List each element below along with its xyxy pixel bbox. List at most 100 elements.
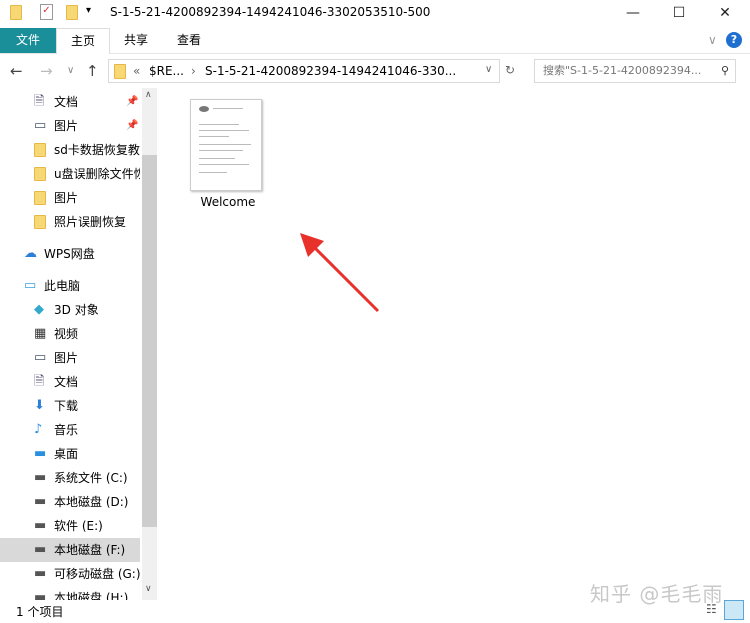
nav-item[interactable]: ▭ 图片 📌 xyxy=(0,114,140,138)
refresh-button[interactable]: ↻ xyxy=(505,63,515,77)
folder-icon xyxy=(34,167,48,181)
nav-item[interactable]: ▬ 本地磁盘 (D:) xyxy=(0,490,140,514)
nav-item-label: 文档 xyxy=(54,95,79,109)
ribbon: 文件 主页 共享 查看 ∨ ? xyxy=(0,28,750,54)
pin-icon[interactable]: 📌 xyxy=(126,90,138,114)
scroll-up-icon[interactable]: ∧ xyxy=(145,90,152,100)
search-input[interactable]: 搜索"S-1-5-21-4200892394... ⚲ xyxy=(534,59,736,83)
forward-icon[interactable]: → xyxy=(40,62,53,80)
nav-item[interactable]: u盘误删除文件恢 xyxy=(0,162,140,186)
drive-icon: ▬ xyxy=(34,566,47,581)
music-icon: ♪ xyxy=(34,422,43,437)
item-count: 1 个项目 xyxy=(16,605,64,619)
nav-item[interactable]: ▭ 此电脑 xyxy=(0,274,140,298)
search-placeholder: 搜索"S-1-5-21-4200892394... xyxy=(543,64,702,77)
tab-share[interactable]: 共享 xyxy=(110,28,162,53)
folder-icon xyxy=(34,143,48,157)
red-arrow-annotation xyxy=(300,233,380,313)
pin-icon[interactable]: 📌 xyxy=(126,114,138,138)
tab-view[interactable]: 查看 xyxy=(163,28,215,53)
nav-item-label: 视频 xyxy=(54,327,79,341)
nav-item-label: 文档 xyxy=(54,375,79,389)
nav-item[interactable]: ▬ 桌面 xyxy=(0,442,140,466)
nav-item[interactable]: 照片误删恢复 xyxy=(0,210,140,234)
nav-item[interactable]: ♪ 音乐 xyxy=(0,418,140,442)
recent-dropdown-icon[interactable]: ∨ xyxy=(67,65,74,76)
quick-access-dropdown-icon[interactable]: ▾ xyxy=(86,5,91,16)
nav-item-label: 此电脑 xyxy=(44,279,81,293)
details-view-icon[interactable]: ☷ xyxy=(706,602,717,616)
breadcrumb-current[interactable]: S-1-5-21-4200892394-1494241046-330... xyxy=(205,64,456,78)
document-icon: 🗎 xyxy=(34,374,45,389)
new-folder-icon[interactable] xyxy=(66,5,78,20)
nav-item-label: u盘误删除文件恢 xyxy=(54,167,140,181)
nav-item-label: sd卡数据恢复教 xyxy=(54,143,140,157)
nav-item[interactable]: sd卡数据恢复教 xyxy=(0,138,140,162)
tab-home[interactable]: 主页 xyxy=(56,28,111,54)
file-name[interactable]: Welcome xyxy=(190,195,266,209)
nav-item-label: 本地磁盘 (H:) xyxy=(54,591,129,600)
nav-item-label: 3D 对象 xyxy=(54,303,99,317)
document-icon: 🗎 xyxy=(34,94,45,109)
nav-item[interactable]: ◆ 3D 对象 xyxy=(0,298,140,322)
nav-item-label: 照片误删恢复 xyxy=(54,215,127,229)
nav-item[interactable]: ▦ 视频 xyxy=(0,322,140,346)
nav-item[interactable]: ▬ 系统文件 (C:) xyxy=(0,466,140,490)
properties-icon[interactable]: ✓ xyxy=(40,4,53,20)
nav-item[interactable]: ▬ 本地磁盘 (H:) xyxy=(0,586,140,601)
video-icon: ▦ xyxy=(34,326,47,341)
address-bar[interactable]: « $RE... › S-1-5-21-4200892394-149424104… xyxy=(108,59,500,83)
drive-icon: ▬ xyxy=(34,494,47,509)
drive-icon: ▬ xyxy=(34,590,47,601)
minimize-button[interactable]: — xyxy=(610,0,656,26)
computer-icon: ▭ xyxy=(24,278,37,293)
tab-file[interactable]: 文件 xyxy=(0,28,56,53)
breadcrumb-overflow[interactable]: « xyxy=(133,64,140,78)
maximize-button[interactable]: ☐ xyxy=(656,0,702,26)
large-icons-view-icon[interactable] xyxy=(724,600,744,620)
folder-icon xyxy=(34,215,48,229)
search-icon[interactable]: ⚲ xyxy=(721,60,729,82)
nav-item-label: 软件 (E:) xyxy=(54,519,103,533)
nav-item-label: 音乐 xyxy=(54,423,79,437)
nav-item-label: 图片 xyxy=(54,191,79,205)
nav-item[interactable]: ☁ WPS网盘 xyxy=(0,242,140,266)
address-row: ← → ∨ ↑ « $RE... › S-1-5-21-4200892394-1… xyxy=(0,58,750,86)
nav-item[interactable]: 🗎 文档 xyxy=(0,370,140,394)
folder-icon xyxy=(10,5,22,20)
back-icon[interactable]: ← xyxy=(10,62,23,80)
help-icon[interactable]: ? xyxy=(726,32,742,48)
nav-item[interactable]: ▬ 可移动磁盘 (G:) xyxy=(0,562,140,586)
window-title: S-1-5-21-4200892394-1494241046-330205351… xyxy=(110,5,431,19)
scrollbar-thumb[interactable] xyxy=(142,155,157,527)
nav-item-label: 本地磁盘 (F:) xyxy=(54,543,126,557)
cloud-icon: ☁ xyxy=(24,246,37,261)
nav-item[interactable]: ⬇ 下载 xyxy=(0,394,140,418)
nav-item-label: 下载 xyxy=(54,399,79,413)
nav-item[interactable]: ▬ 本地磁盘 (F:) xyxy=(0,538,140,562)
file-thumbnail-welcome[interactable] xyxy=(190,99,262,191)
title-bar: ✓ ▾ S-1-5-21-4200892394-1494241046-33020… xyxy=(0,0,750,26)
nav-item-label: 桌面 xyxy=(54,447,79,461)
download-icon: ⬇ xyxy=(34,398,45,413)
nav-item[interactable]: 图片 xyxy=(0,186,140,210)
navigation-pane: 🗎 文档 📌 ▭ 图片 📌 sd卡数据恢复教 u盘误删除文件恢 图片 照片误删恢复 ☁ WPS网盘 ▭ 此… xyxy=(0,88,142,600)
nav-item-label: 图片 xyxy=(54,119,79,133)
expand-ribbon-icon[interactable]: ∨ xyxy=(708,33,717,47)
nav-item-label: 图片 xyxy=(54,351,79,365)
nav-item[interactable]: 🗎 文档 📌 xyxy=(0,90,140,114)
folder-icon xyxy=(114,64,126,79)
scroll-down-icon[interactable]: ∨ xyxy=(145,584,152,594)
nav-item[interactable]: ▭ 图片 xyxy=(0,346,140,370)
up-icon[interactable]: ↑ xyxy=(86,62,99,80)
breadcrumb-recycle[interactable]: $RE... xyxy=(149,64,184,78)
nav-item-label: 可移动磁盘 (G:) xyxy=(54,567,140,581)
close-button[interactable]: ✕ xyxy=(702,0,748,26)
address-dropdown-icon[interactable]: ∨ xyxy=(485,64,492,75)
breadcrumb-separator[interactable]: › xyxy=(191,64,196,78)
3d-icon: ◆ xyxy=(34,302,44,317)
picture-icon: ▭ xyxy=(34,118,47,133)
nav-item[interactable]: ▬ 软件 (E:) xyxy=(0,514,140,538)
drive-icon: ▬ xyxy=(34,470,47,485)
nav-item-label: 本地磁盘 (D:) xyxy=(54,495,129,509)
